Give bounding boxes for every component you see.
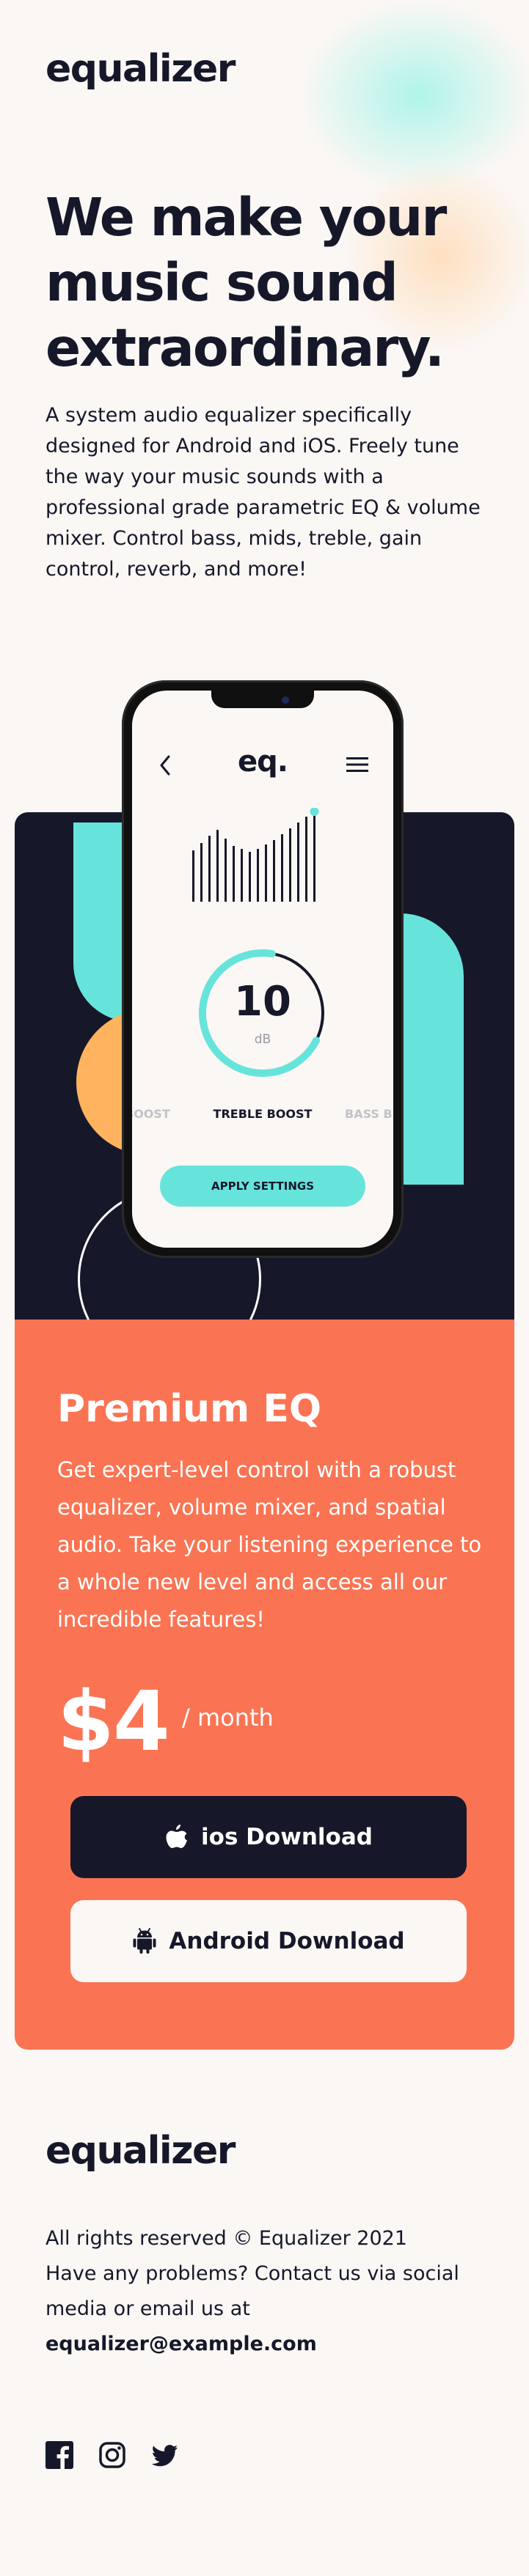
phone-screen: eq. 10 dB OOST TREBLE BOOST BASS B APPLY… [132,691,393,1248]
android-download-button[interactable]: Android Download [70,1900,467,1982]
price-amount: $4 [57,1674,170,1770]
twitter-icon[interactable] [151,2441,179,2469]
facebook-icon[interactable] [45,2441,73,2469]
hero-description: A system audio equalizer specifically de… [45,404,481,581]
hamburger-menu-icon [346,757,368,772]
background-blob-mint [301,0,529,191]
android-download-label: Android Download [169,1928,405,1954]
premium-title: Premium EQ [57,1387,322,1431]
apply-settings-button[interactable]: APPLY SETTINGS [160,1166,365,1207]
level-unit: dB [254,1032,271,1047]
site-logo[interactable]: equalizer [45,47,236,91]
camera-icon [282,696,289,704]
premium-description: Get expert-level control with a robust e… [57,1457,482,1632]
level-value: 10 [234,978,291,1026]
instagram-icon[interactable] [98,2441,126,2469]
phone-notch [211,691,314,708]
phone-mockup: eq. 10 dB OOST TREBLE BOOST BASS B APPLY… [122,680,404,1258]
premium-card: Premium EQ Get expert-level control with… [15,1320,514,2050]
contact-text: Have any problems? Contact us via social… [45,2262,459,2320]
apple-icon [166,1825,188,1848]
ios-download-button[interactable]: ios Download [70,1796,467,1878]
android-icon [133,1928,156,1954]
equalizer-bars [192,808,319,902]
copyright-text: All rights reserved © Equalizer 2021 [45,2227,407,2250]
contact-email-link[interactable]: equalizer@example.com [45,2333,317,2355]
footer-logo[interactable]: equalizer [45,2129,236,2173]
price-period: / month [182,1704,274,1732]
social-links [45,2441,179,2469]
ios-download-label: ios Download [201,1824,373,1850]
preset-option-next[interactable]: BASS B [345,1107,393,1121]
hero-title: We make your music sound extraordinary. [45,187,447,378]
footer-text: All rights reserved © Equalizer 2021 Hav… [45,2221,486,2362]
